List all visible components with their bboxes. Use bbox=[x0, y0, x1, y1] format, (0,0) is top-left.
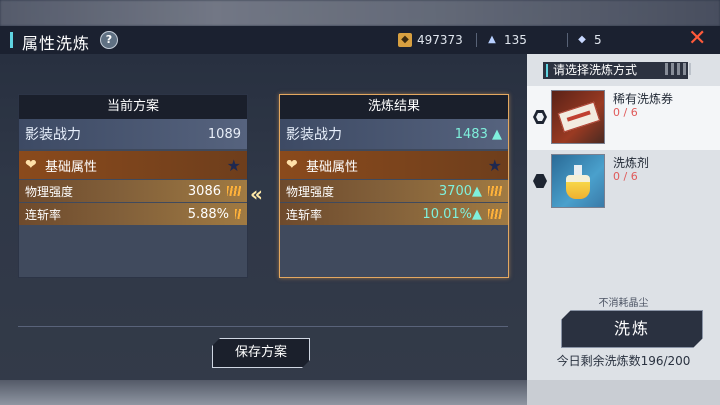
option-count: 0 / 6 bbox=[613, 170, 638, 183]
power-label: 影装战力 bbox=[25, 127, 81, 143]
current-plan-card: 当前方案 影装战力 1089 ❤ 基础属性 ★ 物理强度 3086 连斩率 5.8… bbox=[18, 94, 248, 278]
heart-icon: ❤ bbox=[286, 157, 298, 173]
wash-button[interactable]: 洗炼 bbox=[561, 310, 703, 348]
power-value: 1089 bbox=[207, 126, 241, 142]
attribute-row: 物理强度 3700 ▲ bbox=[280, 180, 508, 202]
potion-icon bbox=[551, 154, 605, 208]
power-value: 1483 bbox=[454, 126, 488, 142]
decorative-pixels bbox=[665, 63, 691, 75]
section-label: 基础属性 bbox=[45, 159, 98, 175]
help-icon[interactable]: ? bbox=[100, 31, 118, 49]
unselected-hex-icon bbox=[533, 174, 547, 188]
currency-separator bbox=[567, 33, 568, 47]
attribute-row: 连斩率 5.88% bbox=[19, 203, 247, 225]
current-plan-header: 当前方案 bbox=[19, 95, 247, 119]
star-icon: ★ bbox=[226, 155, 241, 175]
option-rare-ticket[interactable]: 稀有洗炼券 0 / 6 bbox=[527, 86, 720, 150]
attribute-value: 5.88% bbox=[187, 206, 229, 222]
blurred-background-strip bbox=[0, 0, 720, 26]
power-label: 影装战力 bbox=[286, 127, 342, 143]
attribute-value: 3700 bbox=[438, 183, 472, 199]
heart-icon: ❤ bbox=[25, 157, 37, 173]
close-icon[interactable]: ✕ bbox=[688, 28, 706, 50]
save-plan-button[interactable]: 保存方案 bbox=[212, 338, 310, 368]
result-header: 洗炼结果 bbox=[280, 95, 508, 119]
current-power-row: 影装战力 1089 bbox=[19, 119, 247, 149]
rank-bars-icon bbox=[488, 209, 502, 219]
attribute-name: 连斩率 bbox=[25, 207, 62, 222]
rank-bars-icon bbox=[235, 209, 241, 219]
increase-arrow-icon: ▲ bbox=[492, 126, 502, 142]
section-label: 基础属性 bbox=[306, 159, 359, 175]
attribute-name: 物理强度 bbox=[25, 184, 74, 199]
rare-ticket-icon bbox=[551, 90, 605, 144]
rank-bars-icon bbox=[488, 186, 502, 196]
attribute-row: 连斩率 10.01% ▲ bbox=[280, 203, 508, 225]
crystal-dust-icon: ▲ bbox=[488, 34, 496, 45]
attribute-value: 3086 bbox=[187, 183, 221, 199]
panel-bottom bbox=[527, 380, 720, 405]
diamond-value: 5 bbox=[594, 33, 602, 47]
rank-bars-icon bbox=[227, 186, 241, 196]
coin-icon: ◆ bbox=[398, 33, 412, 47]
bottom-background bbox=[0, 380, 527, 405]
page-title: 属性洗炼 bbox=[22, 34, 91, 53]
crystal-dust-value: 135 bbox=[504, 33, 527, 47]
currency-diamond: ◆ 5 bbox=[575, 31, 602, 49]
star-icon: ★ bbox=[487, 155, 502, 175]
remaining-count: 今日剩余洗炼数196/200 bbox=[556, 354, 691, 368]
option-potion[interactable]: 洗炼剂 0 / 6 bbox=[527, 150, 720, 214]
option-name: 洗炼剂 bbox=[613, 156, 650, 170]
diamond-icon: ◆ bbox=[578, 34, 586, 45]
currency-coin: ◆ 497373 bbox=[398, 31, 463, 49]
cost-note: 不消耗晶尘 bbox=[598, 298, 649, 309]
option-name: 稀有洗炼券 bbox=[613, 92, 674, 106]
selected-hex-icon bbox=[533, 110, 547, 124]
currency-crystal-dust: ▲ 135 bbox=[485, 31, 527, 49]
option-count: 0 / 6 bbox=[613, 106, 638, 119]
coin-value: 497373 bbox=[417, 33, 463, 47]
attribute-row: 物理强度 3086 bbox=[19, 180, 247, 202]
attribute-name: 物理强度 bbox=[286, 184, 335, 199]
base-attribute-section: ❤ 基础属性 ★ bbox=[19, 151, 247, 179]
divider bbox=[18, 326, 508, 327]
title-accent-bar bbox=[10, 32, 13, 48]
increase-arrow-icon: ▲ bbox=[472, 206, 482, 222]
result-power-row: 影装战力 1483 ▲ bbox=[280, 119, 508, 149]
increase-arrow-icon: ▲ bbox=[472, 183, 482, 199]
compare-arrow-icon: « bbox=[250, 182, 263, 206]
result-card: 洗炼结果 影装战力 1483 ▲ ❤ 基础属性 ★ 物理强度 3700 ▲ 连斩率 … bbox=[279, 94, 509, 278]
currency-separator bbox=[476, 33, 477, 47]
attribute-name: 连斩率 bbox=[286, 207, 323, 222]
attribute-value: 10.01% bbox=[422, 206, 472, 222]
base-attribute-section: ❤ 基础属性 ★ bbox=[280, 151, 508, 179]
